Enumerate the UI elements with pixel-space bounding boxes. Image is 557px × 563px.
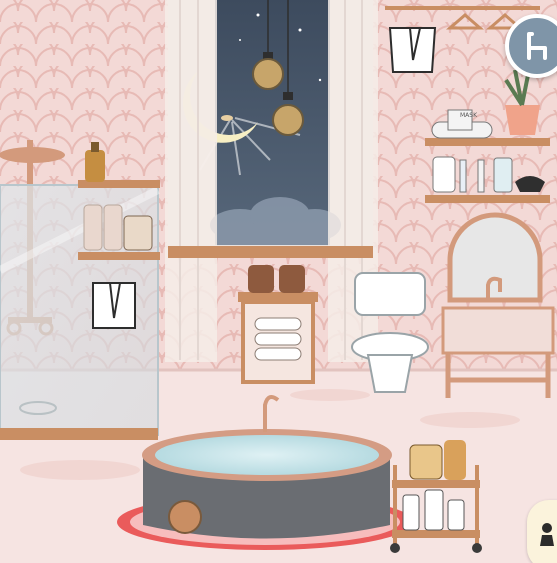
robe-top-right (388, 27, 437, 73)
person-icon (540, 523, 554, 546)
robe-shower (92, 282, 136, 329)
room-canvas: MASK (0, 0, 557, 563)
chair-icon (527, 32, 547, 60)
bathroom-scene: MASK (0, 0, 557, 563)
mask-box-label: MASK (460, 112, 478, 119)
people-button[interactable] (527, 500, 557, 563)
